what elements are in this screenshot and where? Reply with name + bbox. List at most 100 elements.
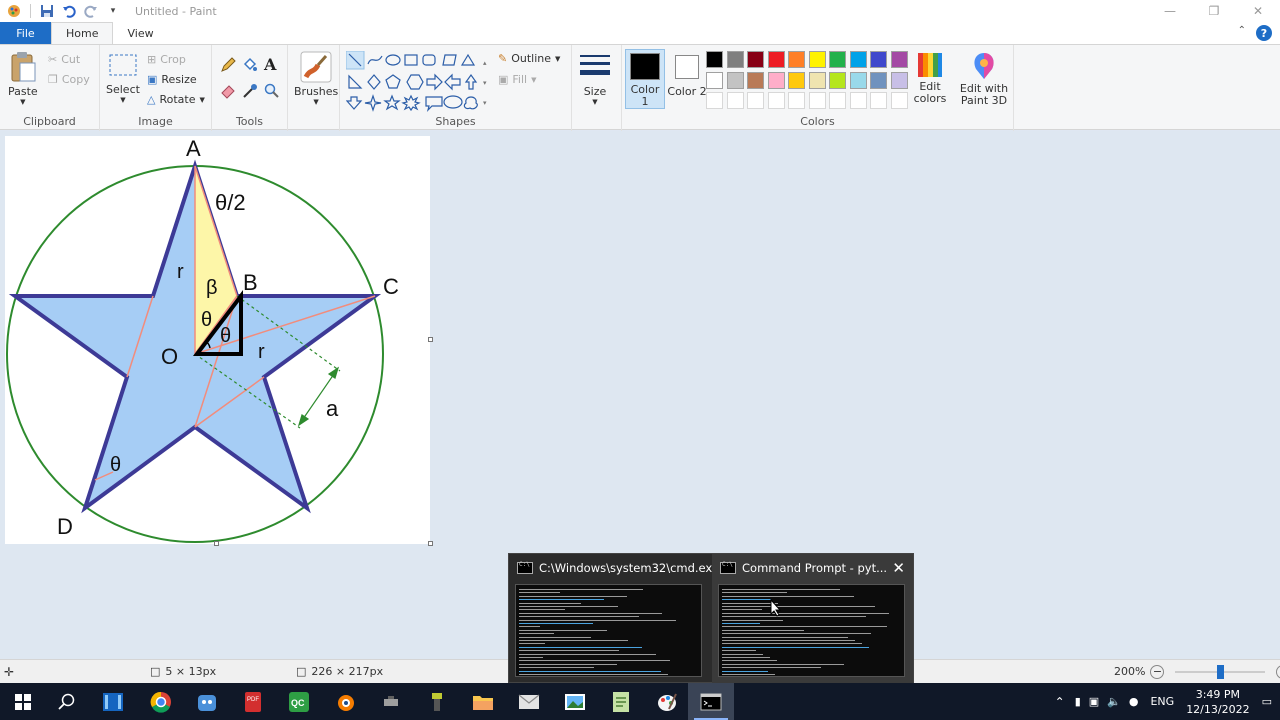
custom-color-slot[interactable] (767, 92, 785, 109)
customize-toolbar-icon[interactable]: ▾ (105, 3, 121, 19)
palette-swatch[interactable] (747, 71, 764, 89)
redo-icon[interactable] (83, 3, 99, 19)
magnifier-icon[interactable] (264, 83, 280, 99)
palette-swatch[interactable] (870, 51, 887, 68)
taskbar-app-inkscape[interactable] (414, 683, 460, 720)
size-button[interactable]: Size ▼ (579, 51, 611, 106)
rotate-button[interactable]: △ Rotate ▼ (147, 93, 205, 106)
minimize-button[interactable]: — (1148, 0, 1192, 22)
palette-swatch[interactable] (726, 51, 744, 68)
palette-swatch[interactable] (706, 51, 723, 68)
palette-swatch[interactable] (849, 51, 867, 68)
zoom-slider-thumb[interactable] (1217, 664, 1225, 679)
zoom-slider[interactable] (1175, 664, 1266, 679)
select-button[interactable]: Select ▼ (106, 53, 140, 104)
edit-colors-button[interactable]: Edit colors (914, 51, 946, 105)
collapse-ribbon-icon[interactable]: ⌃ (1238, 25, 1246, 41)
resize-handle-right[interactable] (428, 337, 433, 342)
search-button[interactable] (44, 683, 90, 720)
shapes-gallery[interactable] (346, 51, 488, 113)
taskbar-app-game[interactable] (184, 683, 230, 720)
custom-color-slot[interactable] (808, 92, 826, 109)
resize-handle-bottom[interactable] (214, 541, 219, 546)
color-picker-icon[interactable] (242, 83, 258, 99)
custom-color-slot[interactable] (890, 92, 908, 109)
tab-file[interactable]: File (0, 22, 51, 44)
paste-button[interactable]: Paste ▼ (8, 51, 38, 106)
palette-swatch[interactable] (808, 71, 826, 89)
custom-color-slot[interactable] (747, 92, 764, 109)
color1-button[interactable]: Color 1 (625, 49, 665, 109)
palette-swatch[interactable] (788, 51, 805, 68)
edit-paint3d-button[interactable]: Edit with Paint 3D (958, 51, 1010, 107)
taskbar-app-editor[interactable] (90, 683, 136, 720)
custom-color-slot[interactable] (849, 92, 867, 109)
palette-swatch[interactable] (808, 51, 826, 68)
taskbar-app-explorer[interactable] (460, 683, 506, 720)
taskbar-app-tool[interactable] (368, 683, 414, 720)
pencil-icon[interactable] (220, 57, 236, 73)
taskbar-app-paint[interactable] (644, 683, 690, 720)
palette-swatch[interactable] (788, 71, 805, 89)
custom-color-slot[interactable] (726, 92, 744, 109)
palette-swatch[interactable] (726, 71, 744, 89)
help-icon[interactable]: ? (1256, 25, 1272, 41)
tab-home[interactable]: Home (51, 22, 114, 44)
palette-swatch[interactable] (890, 71, 908, 89)
outline-button[interactable]: ✎ Outline ▼ (498, 52, 560, 65)
palette-swatch[interactable] (706, 71, 723, 89)
battery-icon[interactable]: ▮ (1075, 695, 1081, 708)
close-button[interactable]: ✕ (1236, 0, 1280, 22)
restore-button[interactable]: ❐ (1192, 0, 1236, 22)
palette-swatch[interactable] (890, 51, 908, 68)
thumbnail-cmd-2[interactable]: Command Prompt - pyt... ✕ (712, 554, 913, 684)
color2-button[interactable]: Color 2 (667, 49, 707, 109)
copy-button[interactable]: ❐ Copy (48, 73, 90, 86)
palette-swatch[interactable] (767, 71, 785, 89)
palette-swatch[interactable] (829, 71, 846, 89)
network-icon[interactable]: ▣ (1089, 695, 1099, 708)
palette-swatch[interactable] (747, 51, 764, 68)
save-icon[interactable] (39, 3, 55, 19)
resize-button[interactable]: ▣ Resize (147, 73, 197, 86)
custom-color-slot[interactable] (870, 92, 887, 109)
taskbar-app-mail[interactable] (506, 683, 552, 720)
close-icon[interactable]: ✕ (892, 559, 905, 577)
zoom-out-icon[interactable]: − (1150, 664, 1165, 679)
drawing-canvas[interactable]: A B C D O θ/2 r β θ θ r a θ (5, 136, 430, 544)
eraser-icon[interactable] (220, 83, 236, 99)
fill-button[interactable]: ▣ Fill ▼ (498, 73, 537, 86)
custom-color-slot[interactable] (829, 92, 846, 109)
text-icon[interactable]: A (264, 55, 276, 74)
taskbar-app-chrome[interactable] (138, 683, 184, 720)
notifications-icon[interactable]: ▭ (1262, 695, 1272, 708)
microphone-icon[interactable]: ● (1129, 695, 1139, 708)
taskbar-app-photos[interactable] (552, 683, 598, 720)
brushes-button[interactable]: Brushes ▼ (294, 51, 338, 106)
taskbar-app-notepad[interactable] (598, 683, 644, 720)
taskbar-app-qc[interactable]: QC (276, 683, 322, 720)
custom-color-slot[interactable] (706, 92, 723, 109)
taskbar-app-pdf[interactable]: PDF (230, 683, 276, 720)
taskbar-app-cmd[interactable] (688, 683, 734, 720)
custom-color-slot[interactable] (788, 92, 805, 109)
volume-icon[interactable]: 🔈 (1107, 695, 1121, 708)
clock[interactable]: 3:49 PM 12/13/2022 (1186, 687, 1249, 717)
fill-bucket-icon[interactable] (242, 57, 258, 73)
taskbar-app-blender[interactable] (322, 683, 368, 720)
palette-swatch[interactable] (829, 51, 846, 68)
zoom-in-icon[interactable]: + (1276, 664, 1280, 679)
undo-icon[interactable] (61, 3, 77, 19)
palette-swatch[interactable] (849, 71, 867, 89)
palette-swatch[interactable] (767, 51, 785, 68)
chevron-up-icon[interactable]: ⌃ (1055, 695, 1065, 709)
crop-button[interactable]: ⊞ Crop (147, 53, 186, 66)
shapes-scroll[interactable]: ▴ ▾ ▾ (483, 53, 487, 113)
language-indicator[interactable]: ENG (1150, 695, 1174, 708)
resize-handle-corner[interactable] (428, 541, 433, 546)
start-button[interactable] (0, 683, 46, 720)
thumbnail-cmd-1[interactable]: C:\Windows\system32\cmd.ex... (509, 554, 723, 684)
tab-view[interactable]: View (113, 22, 167, 44)
palette-swatch[interactable] (870, 71, 887, 89)
cut-button[interactable]: ✂ Cut (48, 53, 80, 66)
